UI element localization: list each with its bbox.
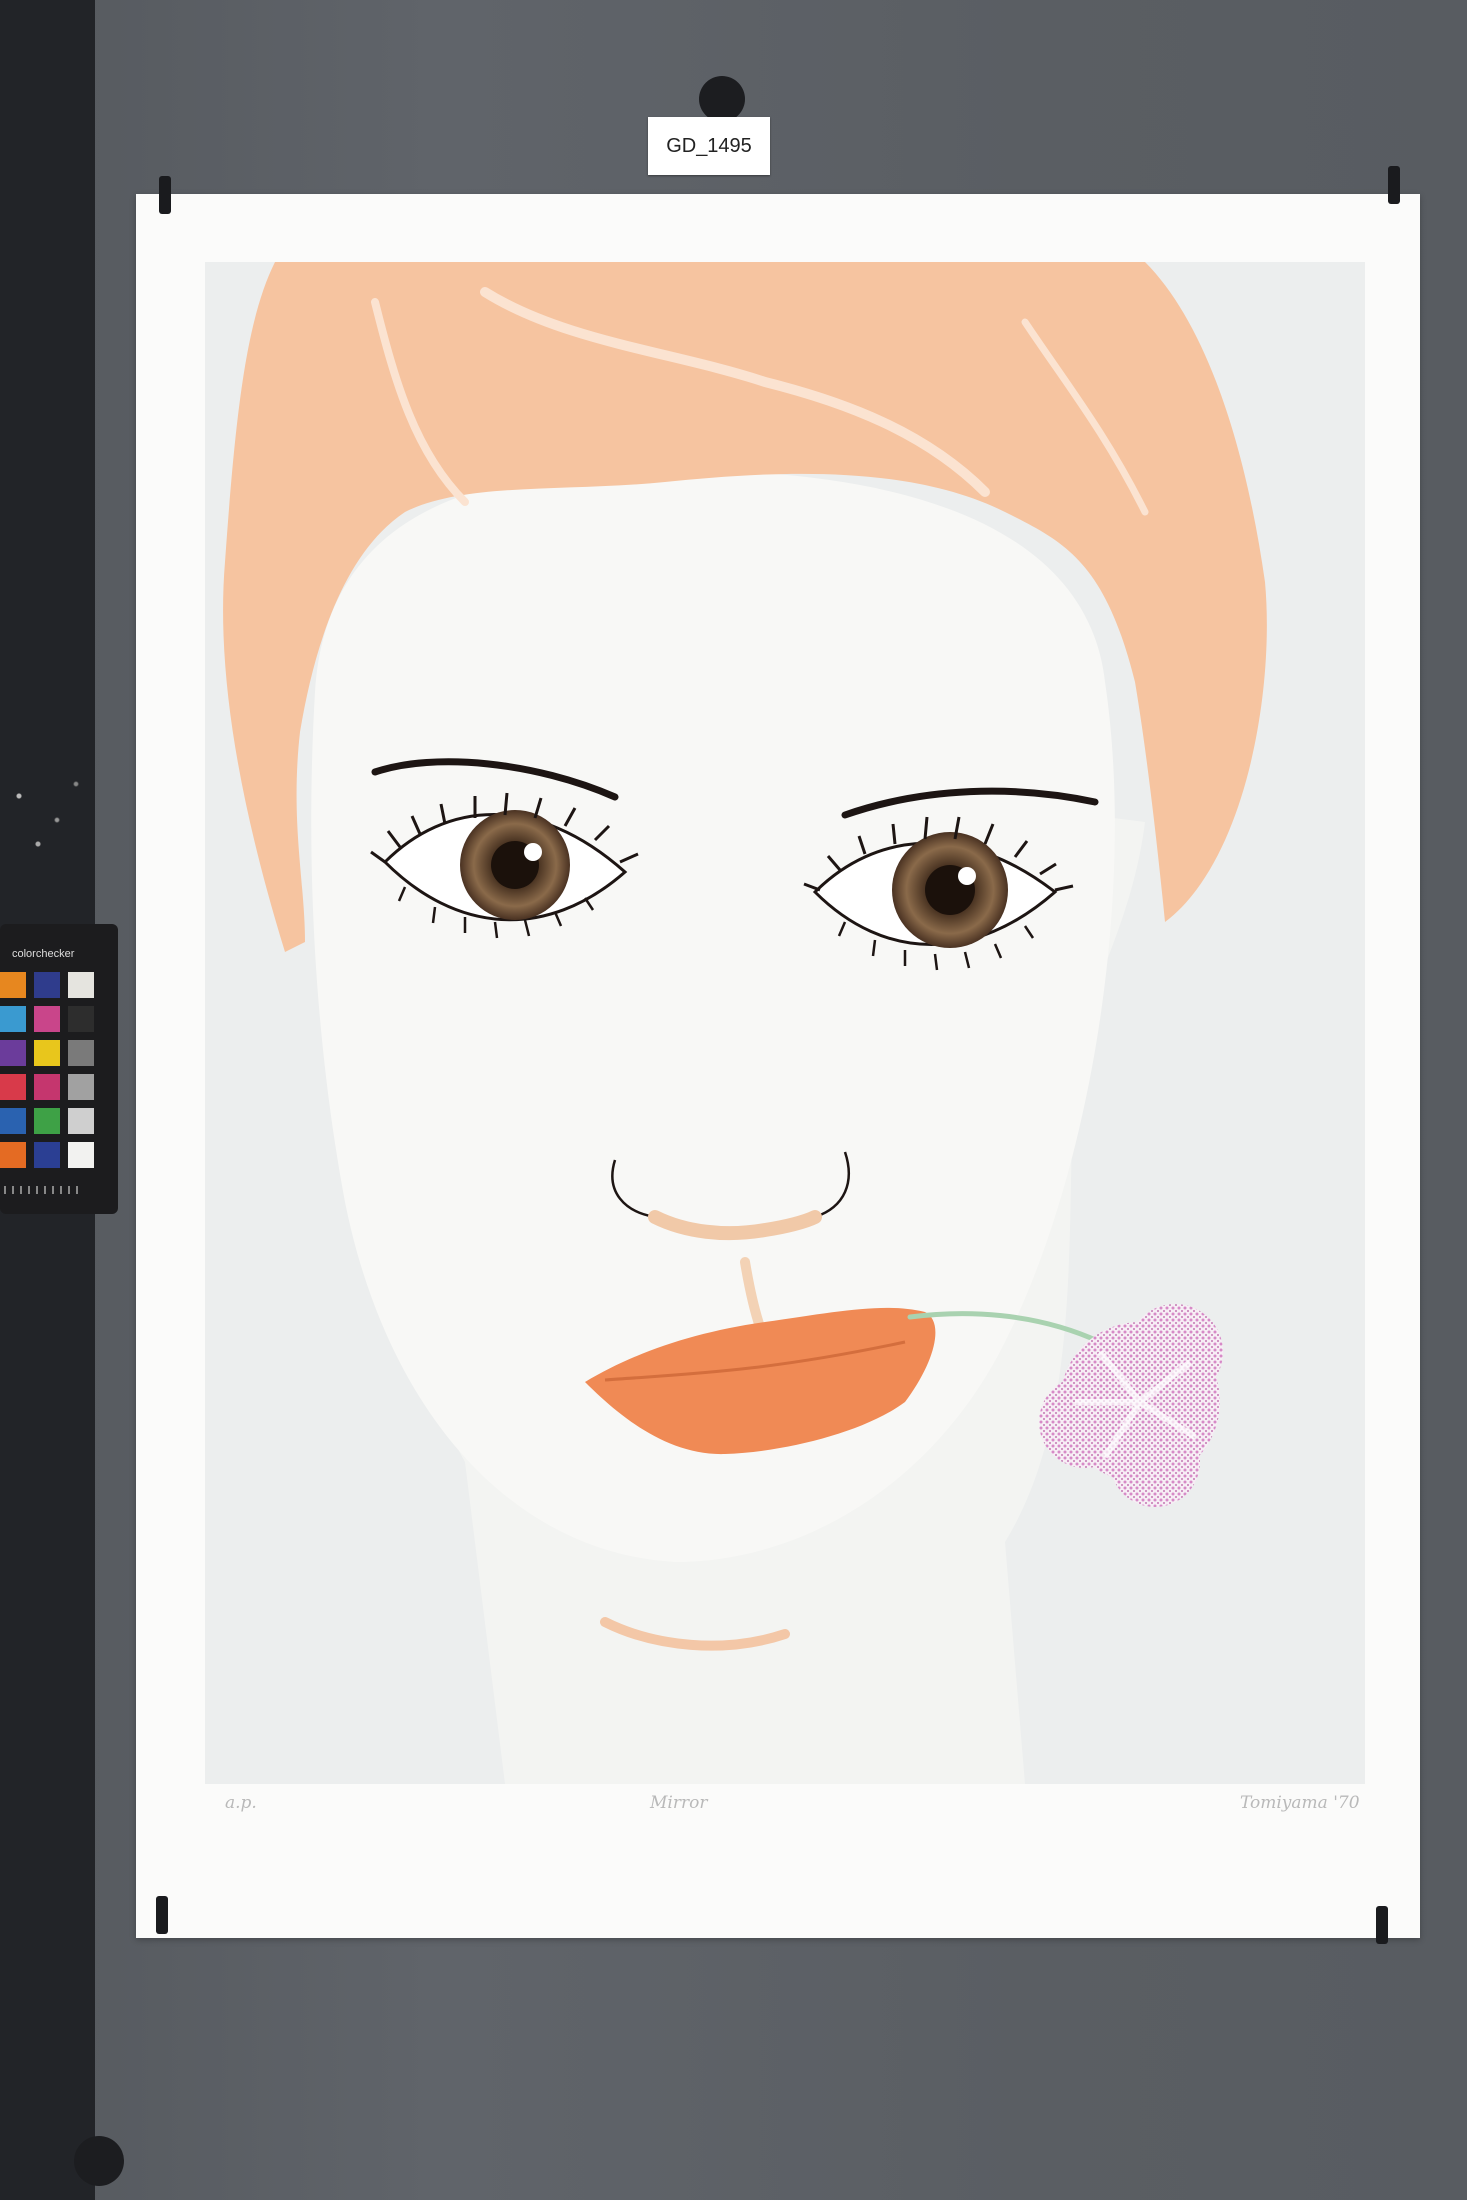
color-checker-grid bbox=[0, 966, 94, 1168]
color-patch bbox=[68, 1006, 94, 1032]
color-patch bbox=[68, 1108, 94, 1134]
color-checker-card: colorchecker bbox=[0, 924, 118, 1214]
board-hole-top bbox=[699, 76, 745, 122]
clip-bottom-right bbox=[1376, 1906, 1388, 1944]
color-patch bbox=[0, 972, 26, 998]
color-patch bbox=[0, 1040, 26, 1066]
portrait-artwork bbox=[223, 262, 1267, 1784]
title-annotation: Mirror bbox=[650, 1793, 708, 1813]
color-patch bbox=[0, 1108, 26, 1134]
color-checker-brand: colorchecker bbox=[12, 948, 75, 960]
color-patch bbox=[34, 972, 60, 998]
color-checker-scale bbox=[4, 1186, 84, 1194]
color-patch bbox=[68, 972, 94, 998]
color-patch bbox=[34, 1040, 60, 1066]
color-patch bbox=[0, 1006, 26, 1032]
color-patch bbox=[0, 1142, 26, 1168]
color-patch bbox=[0, 1074, 26, 1100]
carnation-flower bbox=[1039, 1304, 1223, 1507]
signature-annotation: Tomiyama '70 bbox=[1240, 1793, 1360, 1813]
right-eye-highlight bbox=[958, 867, 976, 885]
color-patch bbox=[68, 1142, 94, 1168]
color-patch bbox=[68, 1074, 94, 1100]
clip-bottom-left bbox=[156, 1896, 168, 1934]
clip-top-right bbox=[1388, 166, 1400, 204]
edition-annotation: a.p. bbox=[225, 1793, 257, 1813]
color-patch bbox=[34, 1006, 60, 1032]
catalog-label-text: GD_1495 bbox=[666, 134, 752, 157]
color-patch bbox=[34, 1108, 60, 1134]
clip-top-left bbox=[159, 176, 171, 214]
color-patch bbox=[34, 1142, 60, 1168]
left-eye-highlight bbox=[524, 843, 542, 861]
catalog-label: GD_1495 bbox=[648, 117, 770, 175]
color-patch bbox=[34, 1074, 60, 1100]
board-hole-bottom bbox=[74, 2136, 124, 2186]
dust-speckles bbox=[0, 760, 95, 880]
color-patch bbox=[68, 1040, 94, 1066]
